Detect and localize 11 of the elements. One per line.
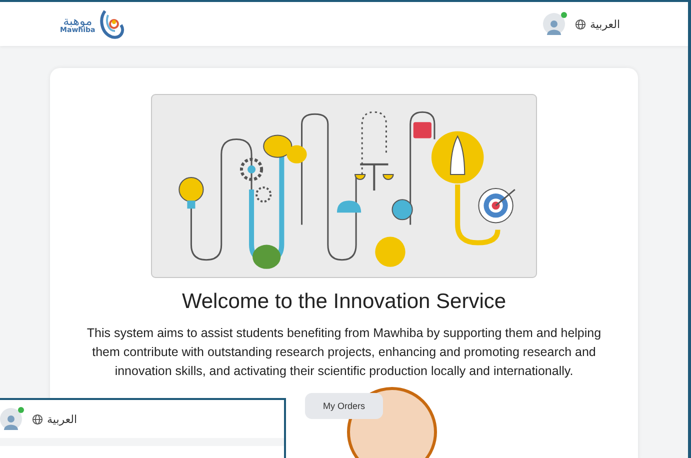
user-avatar[interactable]: [542, 13, 565, 35]
my-orders-button[interactable]: My Orders: [304, 393, 383, 419]
logo-arabic-text: موهبة: [63, 14, 92, 26]
language-link[interactable]: العربية: [32, 412, 78, 426]
language-link[interactable]: العربية: [574, 18, 620, 30]
user-avatar[interactable]: [0, 408, 22, 430]
welcome-description: This system aims to assist students benefiting from Mawhiba by supporting them and helping them contribute with outstanding research projects, enhancing and promoting research and innovation skills, and activating their scientific production locally and internationally.: [86, 325, 602, 380]
welcome-title: Welcome to the Innovation Service: [182, 290, 506, 314]
globe-icon: [574, 18, 586, 30]
globe-icon: [32, 414, 43, 424]
logo-icon: [99, 9, 126, 39]
